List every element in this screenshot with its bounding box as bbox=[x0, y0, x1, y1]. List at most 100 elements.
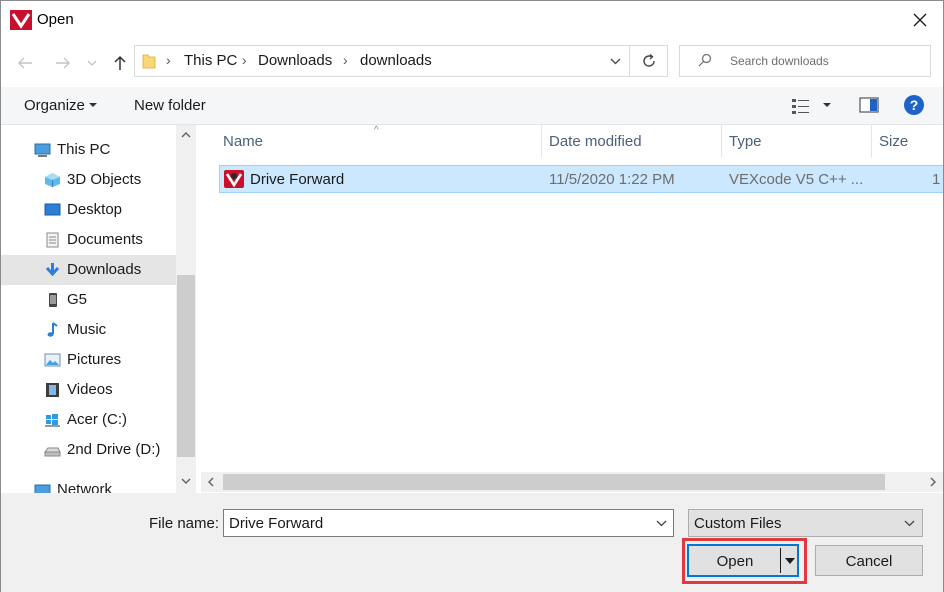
up-button[interactable] bbox=[108, 51, 132, 75]
open-button[interactable]: Open bbox=[687, 544, 799, 577]
chevron-down-icon bbox=[87, 60, 97, 66]
recent-locations-button[interactable] bbox=[83, 51, 101, 75]
sidebar-item-3d-objects[interactable]: 3D Objects bbox=[1, 165, 176, 195]
view-options-caret-icon[interactable] bbox=[823, 103, 831, 107]
sidebar-item-label: G5 bbox=[67, 291, 88, 308]
computer-icon bbox=[34, 143, 51, 157]
folder-icon bbox=[142, 54, 156, 69]
new-folder-button[interactable]: New folder bbox=[134, 97, 206, 114]
sidebar-item-label: This PC bbox=[57, 141, 111, 158]
chevron-down-icon bbox=[610, 58, 620, 64]
scroll-right-arrow-icon[interactable] bbox=[923, 472, 943, 492]
file-type-select[interactable]: Custom Files bbox=[688, 509, 923, 537]
refresh-button[interactable] bbox=[629, 46, 667, 76]
close-icon bbox=[913, 13, 927, 27]
breadcrumb-separator: › bbox=[242, 52, 247, 68]
sidebar-item-pictures[interactable]: Pictures bbox=[1, 345, 176, 375]
windows-drive-icon bbox=[45, 414, 60, 427]
sidebar-item-label: Downloads bbox=[67, 261, 142, 278]
file-name-label: File name: bbox=[149, 515, 220, 532]
music-note-icon bbox=[47, 322, 58, 337]
sidebar-item-videos[interactable]: Videos bbox=[1, 375, 176, 405]
sidebar-item-label: Pictures bbox=[67, 351, 122, 368]
navigation-row: › This PC › Downloads › downloads Search… bbox=[1, 39, 943, 87]
breadcrumb-separator: › bbox=[343, 52, 348, 68]
title-bar: Open bbox=[1, 1, 943, 39]
file-size-cell: 1 bbox=[932, 171, 941, 188]
column-divider[interactable] bbox=[721, 125, 722, 157]
horizontal-scrollbar-thumb[interactable] bbox=[223, 474, 885, 490]
sidebar-item-network[interactable]: Network bbox=[1, 475, 176, 493]
sidebar-item-label: Documents bbox=[67, 231, 143, 248]
window-title: Open bbox=[37, 11, 74, 28]
phone-icon bbox=[49, 293, 57, 307]
document-icon bbox=[46, 232, 59, 248]
column-divider[interactable] bbox=[541, 125, 542, 157]
column-header-name[interactable]: Name bbox=[223, 125, 263, 157]
command-toolbar: Organize New folder ? bbox=[1, 87, 943, 125]
arrow-up-icon bbox=[114, 55, 126, 70]
navigation-pane: This PC 3D Objects Desktop Documents Dow… bbox=[1, 125, 196, 493]
sidebar-item-label: Network bbox=[57, 481, 113, 493]
desktop-icon bbox=[44, 203, 61, 216]
column-header-type[interactable]: Type bbox=[729, 125, 762, 157]
sidebar-item-desktop[interactable]: Desktop bbox=[1, 195, 176, 225]
sidebar-item-label: Acer (C:) bbox=[67, 411, 127, 428]
cancel-button[interactable]: Cancel bbox=[815, 545, 923, 576]
file-type-value: Custom Files bbox=[694, 515, 782, 532]
column-divider[interactable] bbox=[871, 125, 872, 157]
scroll-down-arrow-icon[interactable] bbox=[176, 471, 196, 491]
breadcrumb-this-pc[interactable]: This PC bbox=[184, 52, 237, 69]
breadcrumb-downloads[interactable]: Downloads bbox=[258, 52, 332, 69]
scroll-left-arrow-icon[interactable] bbox=[201, 472, 221, 492]
arrow-left-icon bbox=[18, 57, 32, 69]
open-split-caret-icon[interactable] bbox=[785, 558, 795, 564]
sidebar-item-label: Music bbox=[67, 321, 107, 338]
sidebar-item-label: 2nd Drive (D:) bbox=[67, 441, 161, 458]
close-button[interactable] bbox=[897, 1, 943, 39]
sidebar-scrollbar-thumb[interactable] bbox=[177, 275, 195, 457]
breadcrumb-downloads-sub[interactable]: downloads bbox=[360, 52, 432, 69]
scroll-up-arrow-icon[interactable] bbox=[176, 125, 196, 145]
table-row[interactable]: Drive Forward 11/5/2020 1:22 PM VEXcode … bbox=[219, 165, 943, 193]
refresh-icon bbox=[642, 53, 655, 67]
preview-pane-icon[interactable] bbox=[859, 97, 879, 113]
chevron-down-icon bbox=[904, 520, 915, 527]
open-button-label: Open bbox=[716, 553, 754, 570]
sort-ascending-icon: ^ bbox=[374, 125, 379, 136]
search-placeholder: Search downloads bbox=[730, 54, 829, 68]
sidebar-item-this-pc[interactable]: This PC bbox=[1, 135, 176, 165]
file-list-pane: ^ Name Date modified Type Size Drive For… bbox=[201, 125, 943, 493]
sidebar-item-music[interactable]: Music bbox=[1, 315, 176, 345]
sidebar-item-g5[interactable]: G5 bbox=[1, 285, 176, 315]
dialog-footer: File name: Drive Forward Custom Files Op… bbox=[1, 493, 943, 592]
help-button[interactable]: ? bbox=[904, 95, 924, 115]
open-file-dialog: Open › This PC › Downloads › downloads S… bbox=[0, 0, 944, 592]
forward-button[interactable] bbox=[51, 51, 75, 75]
film-icon bbox=[46, 383, 59, 397]
address-dropdown-button[interactable] bbox=[600, 46, 630, 76]
search-icon bbox=[698, 53, 712, 67]
file-list-horizontal-scrollbar[interactable] bbox=[201, 472, 943, 492]
file-name-value: Drive Forward bbox=[229, 515, 324, 532]
back-button[interactable] bbox=[13, 51, 37, 75]
network-icon bbox=[34, 484, 51, 493]
address-bar[interactable]: › This PC › Downloads › downloads bbox=[134, 45, 668, 77]
sidebar-item-acer-c[interactable]: Acer (C:) bbox=[1, 405, 176, 435]
sidebar-item-2nd-drive-d[interactable]: 2nd Drive (D:) bbox=[1, 435, 176, 465]
view-options-icon[interactable] bbox=[791, 97, 811, 115]
organize-button[interactable]: Organize bbox=[24, 97, 85, 114]
chevron-down-icon[interactable] bbox=[656, 520, 667, 527]
sidebar-item-label: Desktop bbox=[67, 201, 123, 218]
file-name-input[interactable]: Drive Forward bbox=[223, 509, 674, 537]
cube-icon bbox=[45, 173, 60, 187]
sidebar-item-documents[interactable]: Documents bbox=[1, 225, 176, 255]
picture-icon bbox=[44, 353, 61, 367]
sidebar-item-label: 3D Objects bbox=[67, 171, 142, 188]
column-header-date-modified[interactable]: Date modified bbox=[549, 125, 642, 157]
cancel-button-label: Cancel bbox=[845, 553, 893, 570]
column-header-size[interactable]: Size bbox=[879, 125, 908, 157]
sidebar-item-downloads[interactable]: Downloads bbox=[1, 255, 176, 285]
sidebar-scrollbar[interactable] bbox=[176, 125, 196, 493]
search-box[interactable]: Search downloads bbox=[679, 45, 931, 77]
